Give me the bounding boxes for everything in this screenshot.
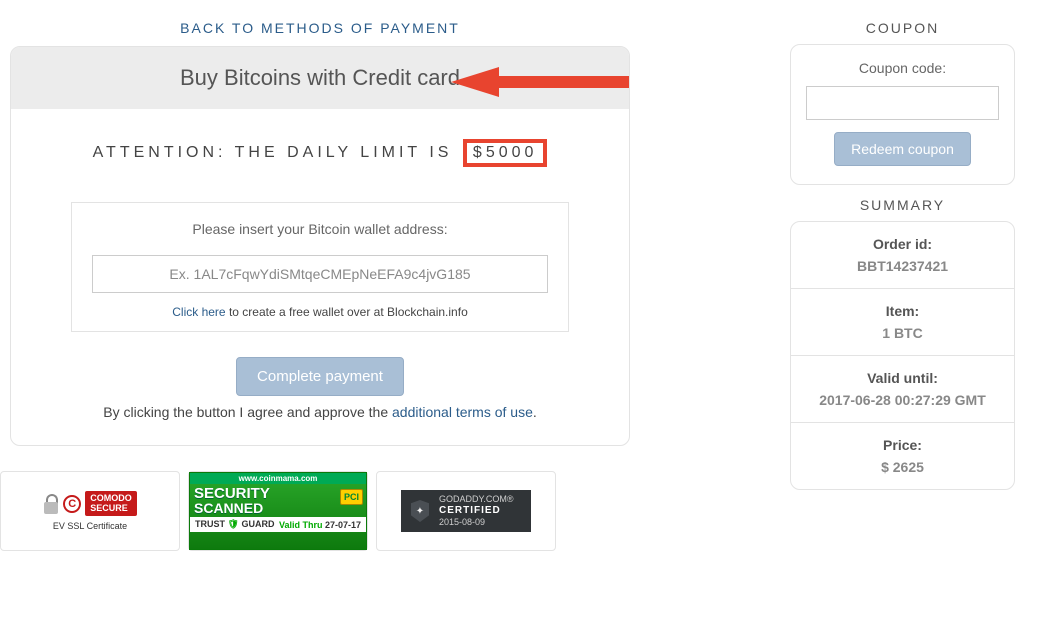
summary-key: Order id:	[801, 236, 1004, 252]
summary-row-valid-until: Valid until: 2017-06-28 00:27:29 GMT	[791, 356, 1014, 423]
summary-row-item: Item: 1 BTC	[791, 289, 1014, 356]
attention-prefix: ATTENTION: THE DAILY LIMIT IS	[93, 144, 453, 161]
agree-text: By clicking the button I agree and appro…	[51, 404, 589, 420]
sec-valid: Valid Thru	[279, 520, 323, 530]
sec-line2: SCANNED	[194, 501, 362, 515]
gd-top: GODADDY.COM®	[439, 494, 513, 504]
create-wallet-link[interactable]: Click here	[172, 305, 225, 319]
wallet-label: Please insert your Bitcoin wallet addres…	[92, 221, 548, 237]
card-title: Buy Bitcoins with Credit card	[11, 47, 629, 109]
attention-amount-highlight: $5000	[463, 139, 548, 167]
summary-key: Item:	[801, 303, 1004, 319]
sec-guard: GUARD	[241, 519, 274, 529]
back-link[interactable]: BACK TO METHODS OF PAYMENT	[10, 20, 630, 36]
agree-prefix: By clicking the button I agree and appro…	[103, 404, 392, 420]
sec-trust: TRUST	[195, 519, 225, 529]
comodo-secure: SECURE	[90, 503, 128, 513]
wallet-box: Please insert your Bitcoin wallet addres…	[71, 202, 569, 332]
sec-date: 27-07-17	[325, 520, 361, 530]
summary-val: $ 2625	[801, 459, 1004, 475]
summary-card: Order id: BBT14237421 Item: 1 BTC Valid …	[790, 221, 1015, 490]
summary-val: 2017-06-28 00:27:29 GMT	[801, 392, 1004, 408]
summary-val: BBT14237421	[801, 258, 1004, 274]
summary-key: Price:	[801, 437, 1004, 453]
padlock-icon	[43, 494, 59, 514]
comodo-subtext: EV SSL Certificate	[53, 521, 127, 531]
wallet-address-input[interactable]	[92, 255, 548, 293]
sec-pci: PCI	[340, 489, 363, 505]
comodo-c-icon: C	[63, 495, 81, 513]
shield-icon: ✦	[411, 500, 429, 522]
summary-key: Valid until:	[801, 370, 1004, 386]
coupon-section-title: COUPON	[790, 20, 1015, 36]
godaddy-badge: ✦ GODADDY.COM® CERTIFIED 2015-08-09	[376, 471, 556, 551]
summary-row-order-id: Order id: BBT14237421	[791, 222, 1014, 289]
agree-suffix: .	[533, 404, 537, 420]
attention-text: ATTENTION: THE DAILY LIMIT IS $5000	[93, 139, 548, 167]
coupon-label: Coupon code:	[806, 60, 999, 76]
gd-certified: CERTIFIED	[439, 505, 513, 517]
payment-card: Buy Bitcoins with Credit card ATTENTION:…	[10, 46, 630, 446]
summary-val: 1 BTC	[801, 325, 1004, 341]
wallet-hint-rest: to create a free wallet over at Blockcha…	[226, 305, 468, 319]
coupon-code-input[interactable]	[806, 86, 999, 120]
trust-badges-row: C COMODO SECURE EV SSL Certificate www.c…	[0, 471, 630, 551]
redeem-coupon-button[interactable]: Redeem coupon	[834, 132, 971, 166]
security-scanned-badge: www.coinmama.com SECURITY SCANNED PCI TR…	[188, 471, 368, 551]
comodo-badge: C COMODO SECURE EV SSL Certificate	[0, 471, 180, 551]
summary-section-title: SUMMARY	[790, 197, 1015, 213]
wallet-hint: Click here to create a free wallet over …	[92, 305, 548, 319]
gd-date: 2015-08-09	[439, 517, 485, 527]
complete-payment-button[interactable]: Complete payment	[236, 357, 404, 396]
coupon-card: Coupon code: Redeem coupon	[790, 44, 1015, 185]
terms-link[interactable]: additional terms of use	[392, 404, 533, 420]
sec-url: www.coinmama.com	[190, 473, 366, 484]
summary-row-price: Price: $ 2625	[791, 423, 1014, 489]
